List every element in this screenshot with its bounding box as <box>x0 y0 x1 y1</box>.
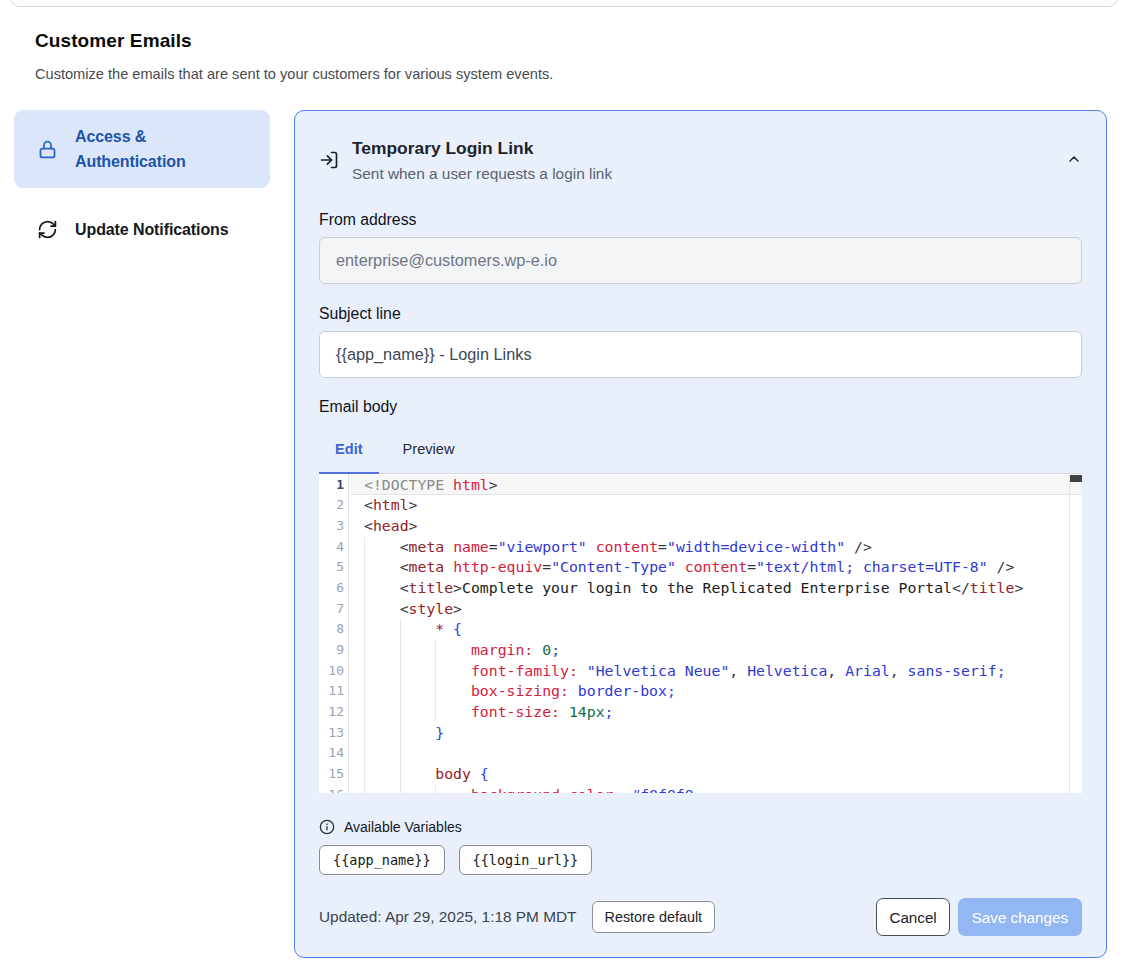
login-icon <box>319 150 339 170</box>
email-body-label: Email body <box>319 398 1082 416</box>
code-editor[interactable]: 12345678910111213141516 <!DOCTYPE html><… <box>319 474 1082 793</box>
info-icon[interactable] <box>319 819 335 835</box>
line-number: 12 <box>319 702 348 723</box>
cancel-button[interactable]: Cancel <box>876 898 949 936</box>
page-subtitle: Customize the emails that are sent to yo… <box>35 66 553 82</box>
from-address-label: From address <box>319 211 1082 229</box>
code-line[interactable]: <head> <box>364 516 1068 537</box>
sidebar-item-access-authentication[interactable]: Access & Authentication <box>14 110 270 188</box>
sidebar: Access & Authentication Update Notificati… <box>14 110 270 256</box>
code-line[interactable]: <html> <box>364 495 1068 516</box>
code-line[interactable]: box-sizing: border-box; <box>364 681 1068 702</box>
lock-icon <box>37 139 58 160</box>
code-line[interactable]: <meta http-equiv="Content-Type" content=… <box>364 557 1068 578</box>
line-number: 7 <box>319 599 348 620</box>
panel-title: Temporary Login Link <box>352 137 612 159</box>
line-number: 10 <box>319 661 348 682</box>
code-line[interactable]: <title>Complete your login to the Replic… <box>364 578 1068 599</box>
line-number: 11 <box>319 681 348 702</box>
line-number: 14 <box>319 743 348 764</box>
refresh-icon <box>37 219 58 240</box>
subject-line-input[interactable] <box>319 331 1082 378</box>
code-line[interactable]: background-color: #f8f8f8; <box>364 785 1068 793</box>
collapse-chevron-up-icon[interactable] <box>1066 151 1082 167</box>
code-line[interactable]: * { <box>364 619 1068 640</box>
code-line[interactable]: <!DOCTYPE html> <box>364 475 1068 496</box>
code-line[interactable]: font-size: 14px; <box>364 702 1068 723</box>
code-line[interactable]: <style> <box>364 599 1068 620</box>
subject-line-label: Subject line <box>319 305 1082 323</box>
variable-chip[interactable]: {{app_name}} <box>319 845 445 875</box>
sidebar-item-update-notifications[interactable]: Update Notifications <box>14 203 270 256</box>
top-card-edge <box>10 0 1118 7</box>
panel-subtitle: Sent when a user requests a login link <box>352 163 612 184</box>
code-line[interactable] <box>364 743 1068 764</box>
save-changes-button[interactable]: Save changes <box>958 898 1082 936</box>
line-number: 4 <box>319 537 348 558</box>
sidebar-item-label: Access & Authentication <box>75 124 254 174</box>
code-line[interactable]: <meta name="viewport" content="width=dev… <box>364 537 1068 558</box>
line-number: 5 <box>319 557 348 578</box>
editor-scrollbar[interactable] <box>1069 474 1082 793</box>
line-number: 1 <box>319 475 348 496</box>
tab-preview[interactable]: Preview <box>387 438 471 473</box>
available-variables-label: Available Variables <box>344 819 462 835</box>
panel-footer: Updated: Apr 29, 2025, 1:18 PM MDT Resto… <box>319 898 1082 936</box>
line-number: 2 <box>319 495 348 516</box>
email-settings-panel: Temporary Login Link Sent when a user re… <box>294 110 1107 958</box>
sidebar-item-label: Update Notifications <box>75 217 229 242</box>
line-number: 15 <box>319 764 348 785</box>
line-number: 6 <box>319 578 348 599</box>
page-title: Customer Emails <box>35 30 192 52</box>
line-number: 9 <box>319 640 348 661</box>
line-number: 3 <box>319 516 348 537</box>
updated-timestamp: Updated: Apr 29, 2025, 1:18 PM MDT <box>319 908 577 926</box>
panel-header: Temporary Login Link Sent when a user re… <box>319 137 1082 184</box>
code-line[interactable]: font-family: "Helvetica Neue", Helvetica… <box>364 661 1068 682</box>
variable-chip[interactable]: {{login_url}} <box>459 845 593 875</box>
line-number-gutter: 12345678910111213141516 <box>319 474 349 793</box>
editor-tabs: EditPreview <box>319 438 1082 474</box>
restore-default-button[interactable]: Restore default <box>592 901 716 933</box>
line-number: 16 <box>319 785 348 793</box>
code-line[interactable]: body { <box>364 764 1068 785</box>
from-address-input[interactable] <box>319 237 1082 284</box>
line-number: 8 <box>319 619 348 640</box>
code-line[interactable]: margin: 0; <box>364 640 1068 661</box>
line-number: 13 <box>319 723 348 744</box>
code-line[interactable]: } <box>364 723 1068 744</box>
available-variables-row: Available Variables <box>319 819 1082 835</box>
editor-scrollbar-thumb[interactable] <box>1070 475 1082 482</box>
tab-edit[interactable]: Edit <box>319 438 379 473</box>
